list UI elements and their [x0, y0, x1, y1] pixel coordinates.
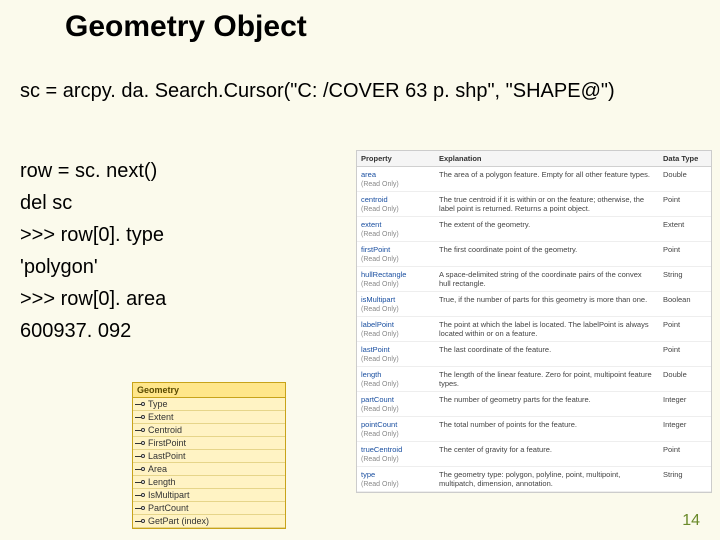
- bullet-icon: [135, 519, 145, 524]
- header-explanation: Explanation: [435, 151, 659, 166]
- geometry-attribute-row: LastPoint: [133, 450, 285, 463]
- table-row: area(Read Only)The area of a polygon fea…: [357, 167, 711, 192]
- page-number: 14: [682, 512, 700, 530]
- table-row: centroid(Read Only)The true centroid if …: [357, 192, 711, 217]
- bullet-icon: [135, 428, 145, 433]
- explanation-cell: The area of a polygon feature. Empty for…: [435, 167, 659, 191]
- table-row: labelPoint(Read Only)The point at which …: [357, 317, 711, 342]
- geometry-uml-box: Geometry Type Extent Centroid FirstPoint Las…: [132, 382, 286, 529]
- datatype-cell: Point: [659, 242, 711, 266]
- header-property: Property: [357, 151, 435, 166]
- bullet-icon: [135, 493, 145, 498]
- explanation-cell: The length of the linear feature. Zero f…: [435, 367, 659, 391]
- explanation-cell: The number of geometry parts for the fea…: [435, 392, 659, 416]
- prop-cell: lastPoint(Read Only): [357, 342, 435, 366]
- table-row: length(Read Only)The length of the linea…: [357, 367, 711, 392]
- geometry-attribute-label: Length: [148, 477, 176, 487]
- explanation-cell: The total number of points for the featu…: [435, 417, 659, 441]
- prop-cell: isMultipart(Read Only): [357, 292, 435, 316]
- geometry-attribute-label: PartCount: [148, 503, 189, 513]
- geometry-attribute-label: LastPoint: [148, 451, 186, 461]
- explanation-cell: True, if the number of parts for this ge…: [435, 292, 659, 316]
- geometry-attribute-label: Extent: [148, 412, 174, 422]
- prop-cell: firstPoint(Read Only): [357, 242, 435, 266]
- datatype-cell: Point: [659, 317, 711, 341]
- table-row: trueCentroid(Read Only)The center of gra…: [357, 442, 711, 467]
- explanation-cell: The last coordinate of the feature.: [435, 342, 659, 366]
- prop-cell: area(Read Only): [357, 167, 435, 191]
- bullet-icon: [135, 480, 145, 485]
- bullet-icon: [135, 506, 145, 511]
- prop-cell: length(Read Only): [357, 367, 435, 391]
- explanation-cell: The point at which the label is located.…: [435, 317, 659, 341]
- geometry-attribute-label: FirstPoint: [148, 438, 186, 448]
- geometry-attribute-row: Centroid: [133, 424, 285, 437]
- datatype-cell: Integer: [659, 417, 711, 441]
- table-row: partCount(Read Only)The number of geomet…: [357, 392, 711, 417]
- datatype-cell: Integer: [659, 392, 711, 416]
- explanation-cell: The center of gravity for a feature.: [435, 442, 659, 466]
- geometry-attribute-label: GetPart (index): [148, 516, 209, 526]
- explanation-cell: The extent of the geometry.: [435, 217, 659, 241]
- properties-table: Property Explanation Data Type area(Read…: [356, 150, 712, 493]
- prop-cell: trueCentroid(Read Only): [357, 442, 435, 466]
- datatype-cell: String: [659, 467, 711, 491]
- explanation-cell: The first coordinate point of the geomet…: [435, 242, 659, 266]
- prop-cell: pointCount(Read Only): [357, 417, 435, 441]
- table-row: firstPoint(Read Only)The first coordinat…: [357, 242, 711, 267]
- datatype-cell: Double: [659, 167, 711, 191]
- prop-cell: type(Read Only): [357, 467, 435, 491]
- table-row: lastPoint(Read Only)The last coordinate …: [357, 342, 711, 367]
- prop-cell: hullRectangle(Read Only): [357, 267, 435, 291]
- table-row: hullRectangle(Read Only)A space-delimite…: [357, 267, 711, 292]
- geometry-attribute-row: FirstPoint: [133, 437, 285, 450]
- explanation-cell: The geometry type: polygon, polyline, po…: [435, 467, 659, 491]
- bullet-icon: [135, 454, 145, 459]
- code-top-line: sc = arcpy. da. Search.Cursor("C: /COVER…: [20, 80, 615, 103]
- slide-title: Geometry Object: [65, 10, 307, 44]
- table-row: type(Read Only)The geometry type: polygo…: [357, 467, 711, 492]
- header-datatype: Data Type: [659, 151, 711, 166]
- geometry-attribute-row: Area: [133, 463, 285, 476]
- geometry-attribute-row: IsMultipart: [133, 489, 285, 502]
- datatype-cell: Point: [659, 442, 711, 466]
- bullet-icon: [135, 441, 145, 446]
- datatype-cell: Double: [659, 367, 711, 391]
- datatype-cell: String: [659, 267, 711, 291]
- datatype-cell: Boolean: [659, 292, 711, 316]
- table-row: extent(Read Only)The extent of the geome…: [357, 217, 711, 242]
- explanation-cell: A space-delimited string of the coordina…: [435, 267, 659, 291]
- datatype-cell: Extent: [659, 217, 711, 241]
- geometry-attribute-label: Area: [148, 464, 167, 474]
- geometry-attribute-label: Type: [148, 399, 168, 409]
- datatype-cell: Point: [659, 192, 711, 216]
- prop-cell: labelPoint(Read Only): [357, 317, 435, 341]
- code-left-block: row = sc. next() del sc >>> row[0]. type…: [20, 155, 166, 347]
- prop-cell: partCount(Read Only): [357, 392, 435, 416]
- geometry-box-title: Geometry: [133, 383, 285, 398]
- bullet-icon: [135, 415, 145, 420]
- geometry-attribute-label: Centroid: [148, 425, 182, 435]
- bullet-icon: [135, 402, 145, 407]
- geometry-attribute-row: PartCount: [133, 502, 285, 515]
- geometry-attribute-row: Extent: [133, 411, 285, 424]
- table-row: isMultipart(Read Only)True, if the numbe…: [357, 292, 711, 317]
- geometry-attribute-label: IsMultipart: [148, 490, 190, 500]
- table-header: Property Explanation Data Type: [357, 151, 711, 167]
- geometry-attribute-row: GetPart (index): [133, 515, 285, 528]
- geometry-attribute-row: Length: [133, 476, 285, 489]
- table-row: pointCount(Read Only)The total number of…: [357, 417, 711, 442]
- geometry-attribute-row: Type: [133, 398, 285, 411]
- prop-cell: centroid(Read Only): [357, 192, 435, 216]
- prop-cell: extent(Read Only): [357, 217, 435, 241]
- explanation-cell: The true centroid if it is within or on …: [435, 192, 659, 216]
- bullet-icon: [135, 467, 145, 472]
- datatype-cell: Point: [659, 342, 711, 366]
